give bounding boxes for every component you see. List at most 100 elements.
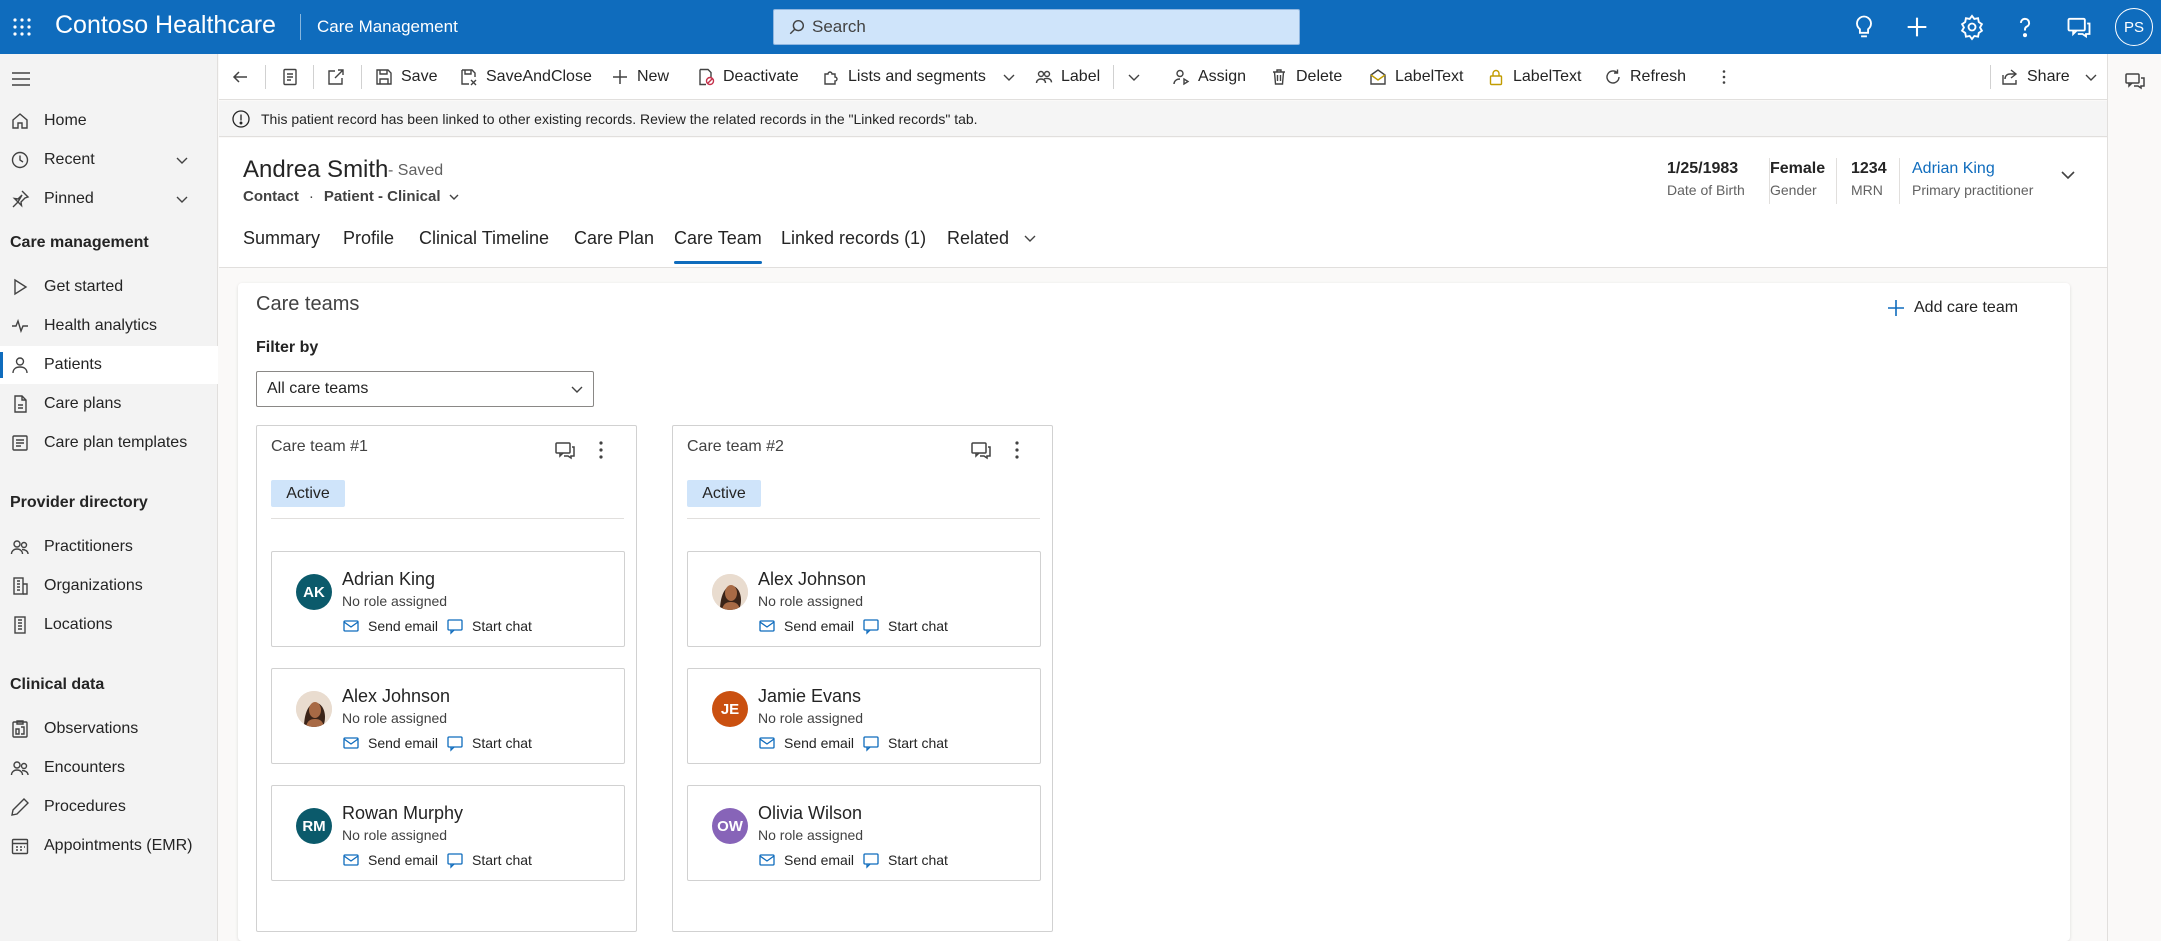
tab-care-plan[interactable]: Care Plan — [574, 228, 654, 264]
deactivate-button[interactable]: Deactivate — [697, 54, 799, 100]
back-button[interactable] — [231, 54, 257, 100]
lists-and-segments-button[interactable]: Lists and segments — [822, 54, 1018, 100]
tab-summary[interactable]: Summary — [243, 228, 320, 264]
label-button[interactable]: Label — [1035, 54, 1100, 100]
send-email-button[interactable]: Send email — [758, 851, 854, 869]
nav-item-encounters[interactable]: Encounters — [0, 749, 218, 787]
new-button[interactable]: New — [611, 54, 669, 100]
command-bar: Save SaveAndClose New Deactivate Lists a… — [219, 54, 2107, 100]
nav-item-care-plan-templates[interactable]: Care plan templates — [0, 424, 218, 462]
tab-profile[interactable]: Profile — [343, 228, 394, 264]
nav-item-care-plans[interactable]: Care plans — [0, 385, 218, 423]
nav-item-get-started[interactable]: Get started — [0, 268, 218, 306]
record-type-selector[interactable]: Contact · Patient - Clinical — [243, 188, 461, 205]
chat-icon[interactable] — [2124, 70, 2146, 92]
assign-button[interactable]: Assign — [1172, 54, 1246, 100]
chevron-down-icon[interactable] — [1000, 68, 1018, 86]
nav-item-locations[interactable]: Locations — [0, 606, 218, 644]
send-email-button[interactable]: Send email — [758, 617, 854, 635]
practitioner-link[interactable]: Adrian King — [1912, 160, 2033, 178]
label-text-label: LabelText — [1395, 68, 1464, 85]
more-commands-button[interactable] — [1715, 54, 1741, 100]
help-icon[interactable] — [2011, 13, 2039, 41]
lightbulb-icon[interactable] — [1850, 13, 1878, 41]
chevron-down-icon[interactable] — [174, 191, 190, 207]
gear-icon[interactable] — [1958, 13, 1986, 41]
filter-dropdown[interactable]: All care teams — [256, 371, 594, 407]
send-email-button[interactable]: Send email — [342, 851, 438, 869]
start-chat-button[interactable]: Start chat — [862, 851, 948, 869]
user-avatar[interactable]: PS — [2115, 8, 2153, 46]
nav-item-appointments[interactable]: Appointments (EMR) — [0, 827, 218, 865]
popout-icon — [327, 68, 345, 86]
nav-label: Pinned — [44, 190, 94, 207]
plus-icon[interactable] — [1903, 13, 1931, 41]
refresh-button[interactable]: Refresh — [1604, 54, 1686, 100]
send-email-button[interactable]: Send email — [342, 617, 438, 635]
label-text-button-2[interactable]: LabelText — [1487, 54, 1582, 100]
open-new-window-button[interactable] — [327, 54, 353, 100]
more-vertical-icon — [1715, 68, 1733, 86]
search-input[interactable] — [812, 17, 1292, 37]
send-email-button[interactable]: Send email — [342, 734, 438, 752]
tab-linked-records[interactable]: Linked records (1) — [781, 228, 926, 264]
nav-item-home[interactable]: Home — [0, 102, 218, 140]
start-chat-button[interactable]: Start chat — [446, 851, 532, 869]
nav-item-procedures[interactable]: Procedures — [0, 788, 218, 826]
chevron-down-icon[interactable] — [2057, 164, 2079, 186]
clipboard-icon — [10, 719, 30, 739]
send-email-button[interactable]: Send email — [758, 734, 854, 752]
nav-group-title: Clinical data — [10, 676, 105, 693]
chevron-down-icon[interactable] — [447, 190, 461, 204]
label-text-button-1[interactable]: LabelText — [1369, 54, 1464, 100]
member-name[interactable]: Jamie Evans — [758, 686, 861, 707]
deactivate-icon — [697, 68, 715, 86]
save-and-close-button[interactable]: SaveAndClose — [460, 54, 592, 100]
app-launcher-icon[interactable] — [0, 0, 44, 54]
member-name[interactable]: Rowan Murphy — [342, 803, 463, 824]
form-selector-button[interactable] — [281, 54, 307, 100]
tab-related[interactable]: Related — [947, 228, 1038, 264]
member-name[interactable]: Alex Johnson — [342, 686, 450, 707]
care-team-card: Care team #2 Active Alex Johnson No role… — [672, 425, 1053, 932]
start-chat-button[interactable]: Start chat — [446, 617, 532, 635]
share-button[interactable]: Share — [2001, 54, 2100, 100]
app-area-name[interactable]: Care Management — [317, 17, 458, 37]
nav-item-patients[interactable]: Patients — [0, 346, 218, 384]
label-menu-button[interactable] — [1125, 54, 1151, 100]
chevron-down-icon[interactable] — [174, 152, 190, 168]
nav-item-health-analytics[interactable]: Health analytics — [0, 307, 218, 345]
divider — [1990, 65, 1991, 89]
mail-icon — [758, 617, 776, 635]
more-vertical-icon[interactable] — [589, 438, 613, 462]
member-name[interactable]: Alex Johnson — [758, 569, 866, 590]
tab-care-team[interactable]: Care Team — [674, 228, 762, 264]
add-care-team-button[interactable]: Add care team — [1886, 293, 2018, 323]
send-email-label: Send email — [368, 852, 439, 868]
tab-clinical-timeline[interactable]: Clinical Timeline — [419, 228, 549, 264]
nav-item-observations[interactable]: Observations — [0, 710, 218, 748]
nav-item-organizations[interactable]: Organizations — [0, 567, 218, 605]
save-button[interactable]: Save — [375, 54, 437, 100]
more-vertical-icon[interactable] — [1005, 438, 1029, 462]
start-chat-button[interactable]: Start chat — [862, 734, 948, 752]
mail-open-icon — [1369, 68, 1387, 86]
chat-icon[interactable] — [2065, 13, 2093, 41]
team-chat-icon[interactable] — [553, 438, 577, 462]
member-name[interactable]: Adrian King — [342, 569, 435, 590]
member-role: No role assigned — [758, 827, 864, 843]
delete-button[interactable]: Delete — [1270, 54, 1342, 100]
member-name[interactable]: Olivia Wilson — [758, 803, 862, 824]
nav-item-practitioners[interactable]: Practitioners — [0, 528, 218, 566]
team-chat-icon[interactable] — [969, 438, 993, 462]
nav-item-recent[interactable]: Recent — [0, 141, 218, 179]
nav-item-pinned[interactable]: Pinned — [0, 180, 218, 218]
send-email-label: Send email — [368, 735, 439, 751]
app-title[interactable]: Contoso Healthcare — [55, 11, 276, 40]
search-box[interactable] — [773, 9, 1300, 45]
nav-label: Practitioners — [44, 538, 133, 555]
start-chat-button[interactable]: Start chat — [862, 617, 948, 635]
send-email-label: Send email — [784, 852, 855, 868]
start-chat-button[interactable]: Start chat — [446, 734, 532, 752]
hamburger-icon[interactable] — [10, 68, 32, 90]
